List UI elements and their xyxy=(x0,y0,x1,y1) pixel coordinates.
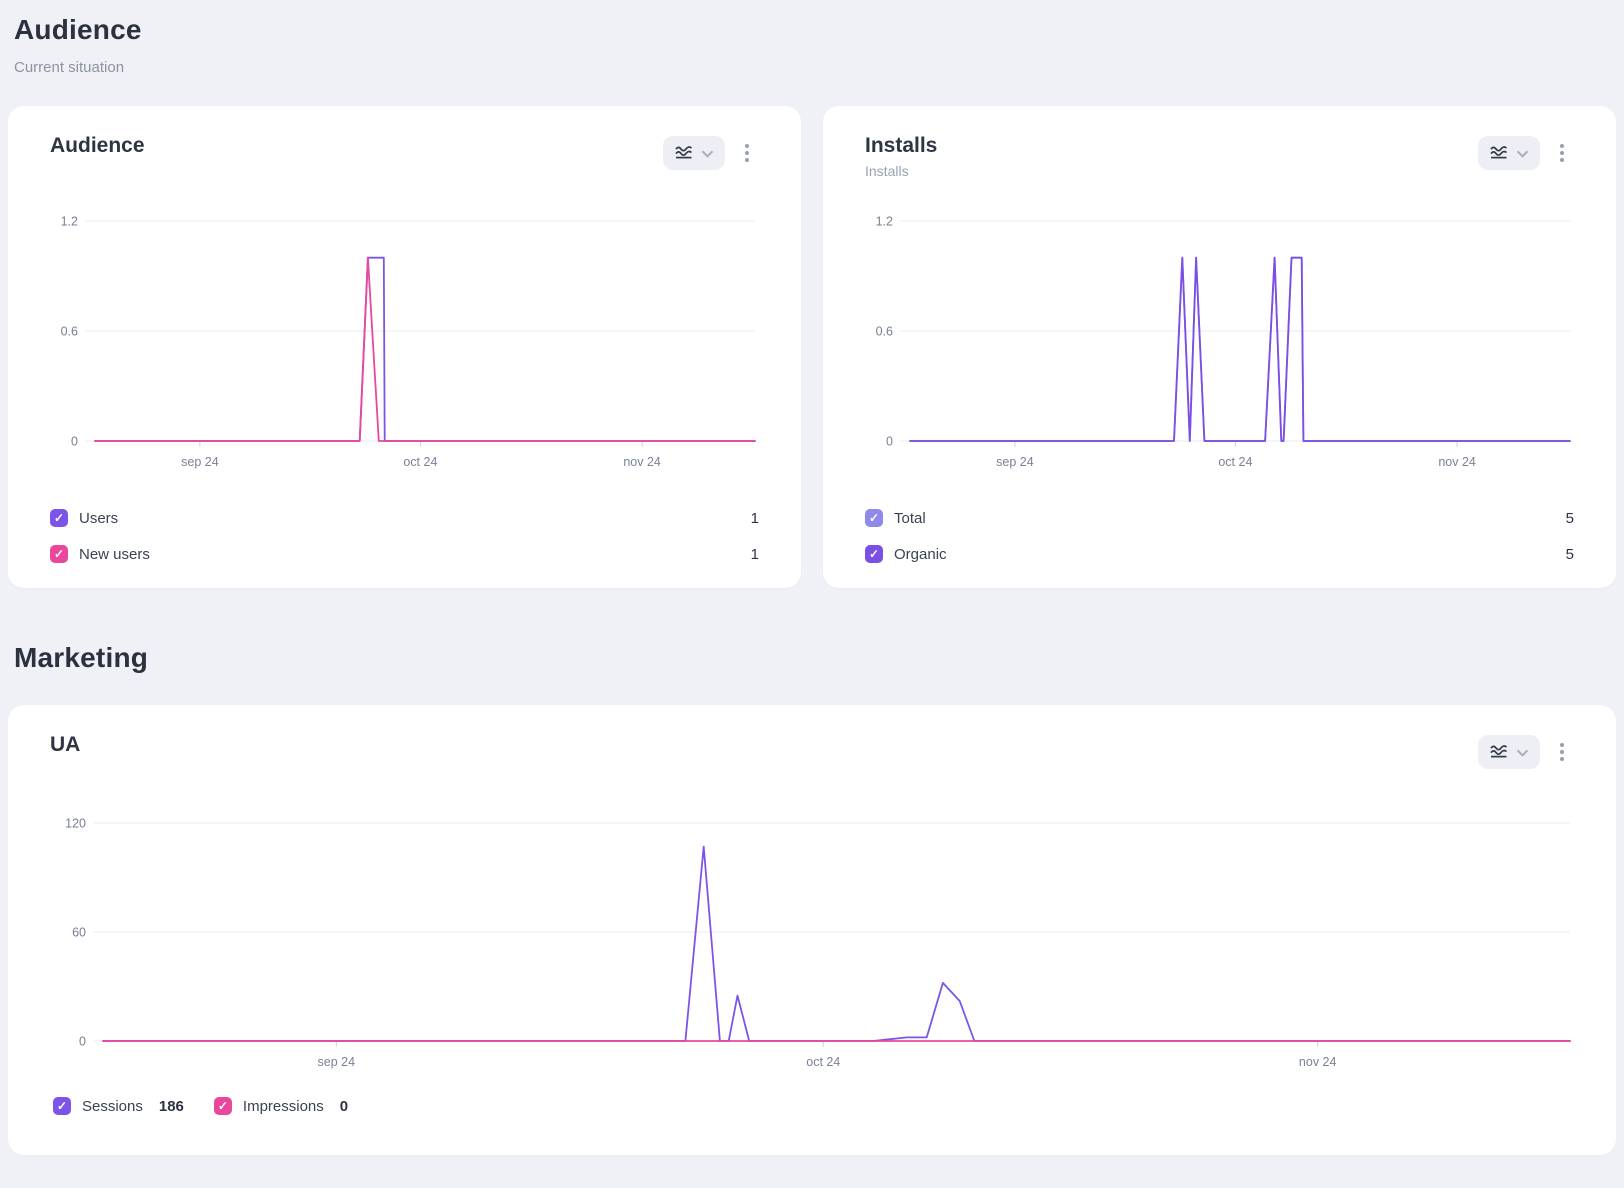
dashboard-page: Audience Current situation Audience xyxy=(0,0,1624,1155)
audience-card: Audience xyxy=(8,106,801,588)
marketing-cards-row: UA xyxy=(8,705,1616,1155)
legend-label[interactable]: Total xyxy=(894,510,926,527)
organic-checkbox[interactable]: ✓ xyxy=(865,545,883,563)
total-checkbox[interactable]: ✓ xyxy=(865,509,883,527)
audience-card-title: Audience xyxy=(50,134,145,158)
users-checkbox[interactable]: ✓ xyxy=(50,509,68,527)
top-cards-row: Audience xyxy=(8,106,1616,588)
legend-label[interactable]: Users xyxy=(79,510,118,527)
svg-text:0.6: 0.6 xyxy=(876,325,893,339)
svg-text:oct 24: oct 24 xyxy=(806,1055,840,1069)
installs-line-chart: 0 0.6 1.2 sep 24 oct 24 nov 24 xyxy=(823,201,1616,501)
legend-label[interactable]: Organic xyxy=(894,546,947,563)
legend-row-new-users: ✓ New users 1 xyxy=(50,536,759,572)
svg-text:sep 24: sep 24 xyxy=(318,1055,356,1069)
svg-text:1.2: 1.2 xyxy=(876,215,893,229)
chart-type-selector-button[interactable] xyxy=(1478,735,1540,769)
svg-text:60: 60 xyxy=(72,926,86,940)
installs-card-header: Installs Installs xyxy=(865,134,1568,179)
page-subtitle: Current situation xyxy=(14,59,1616,76)
svg-text:nov 24: nov 24 xyxy=(623,455,661,469)
chevron-down-icon xyxy=(1516,745,1529,760)
installs-card: Installs Installs xyxy=(823,106,1616,588)
legend-row-total: ✓ Total 5 xyxy=(865,500,1574,536)
svg-text:0: 0 xyxy=(79,1035,86,1049)
chevron-down-icon xyxy=(1516,146,1529,161)
svg-text:0.6: 0.6 xyxy=(61,325,78,339)
audience-card-controls xyxy=(663,136,753,170)
ua-card: UA xyxy=(8,705,1616,1155)
chevron-down-icon xyxy=(701,146,714,161)
ua-card-controls xyxy=(1478,735,1568,769)
impressions-checkbox[interactable]: ✓ xyxy=(214,1097,232,1115)
svg-text:sep 24: sep 24 xyxy=(181,455,219,469)
svg-text:120: 120 xyxy=(65,817,86,831)
wave-lines-chart-type-icon xyxy=(1489,144,1509,163)
kebab-menu-button[interactable] xyxy=(1556,139,1568,167)
installs-card-subtitle: Installs xyxy=(865,163,937,179)
kebab-menu-button[interactable] xyxy=(741,139,753,167)
legend-label[interactable]: Sessions xyxy=(82,1098,143,1115)
marketing-section-title: Marketing xyxy=(14,642,1616,674)
audience-section-header: Audience Current situation xyxy=(8,0,1616,76)
legend-value: 5 xyxy=(1566,546,1574,563)
sessions-checkbox[interactable]: ✓ xyxy=(53,1097,71,1115)
legend-value: 186 xyxy=(159,1098,184,1115)
ua-line-chart: 0 60 120 sep 24 oct 24 nov 24 xyxy=(8,800,1616,1100)
svg-text:sep 24: sep 24 xyxy=(996,455,1034,469)
chart-type-selector-button[interactable] xyxy=(663,136,725,170)
svg-text:0: 0 xyxy=(71,435,78,449)
chart-type-selector-button[interactable] xyxy=(1478,136,1540,170)
installs-card-controls xyxy=(1478,136,1568,170)
svg-text:oct 24: oct 24 xyxy=(1218,455,1252,469)
legend-row-organic: ✓ Organic 5 xyxy=(865,536,1574,572)
legend-value: 1 xyxy=(751,510,759,527)
legend-row-users: ✓ Users 1 xyxy=(50,500,759,536)
legend-label[interactable]: New users xyxy=(79,546,150,563)
legend-value: 5 xyxy=(1566,510,1574,527)
legend-value: 0 xyxy=(340,1098,348,1115)
ua-card-header: UA xyxy=(50,733,1568,769)
svg-text:1.2: 1.2 xyxy=(61,215,78,229)
ua-card-title: UA xyxy=(50,733,80,757)
wave-lines-chart-type-icon xyxy=(674,144,694,163)
installs-legend: ✓ Total 5 ✓ Organic 5 xyxy=(865,500,1574,572)
audience-legend: ✓ Users 1 ✓ New users 1 xyxy=(50,500,759,572)
svg-text:oct 24: oct 24 xyxy=(403,455,437,469)
page-title: Audience xyxy=(14,14,1616,46)
ua-legend: ✓ Sessions 186 ✓ Impressions 0 xyxy=(53,1097,348,1115)
svg-text:0: 0 xyxy=(886,435,893,449)
audience-card-header: Audience xyxy=(50,134,753,170)
svg-text:nov 24: nov 24 xyxy=(1299,1055,1337,1069)
legend-value: 1 xyxy=(751,546,759,563)
audience-line-chart: 0 0.6 1.2 sep 24 oct 24 nov 24 xyxy=(8,201,801,501)
svg-text:nov 24: nov 24 xyxy=(1438,455,1476,469)
kebab-menu-button[interactable] xyxy=(1556,738,1568,766)
installs-card-title: Installs xyxy=(865,134,937,158)
legend-label[interactable]: Impressions xyxy=(243,1098,324,1115)
new-users-checkbox[interactable]: ✓ xyxy=(50,545,68,563)
wave-lines-chart-type-icon xyxy=(1489,743,1509,762)
